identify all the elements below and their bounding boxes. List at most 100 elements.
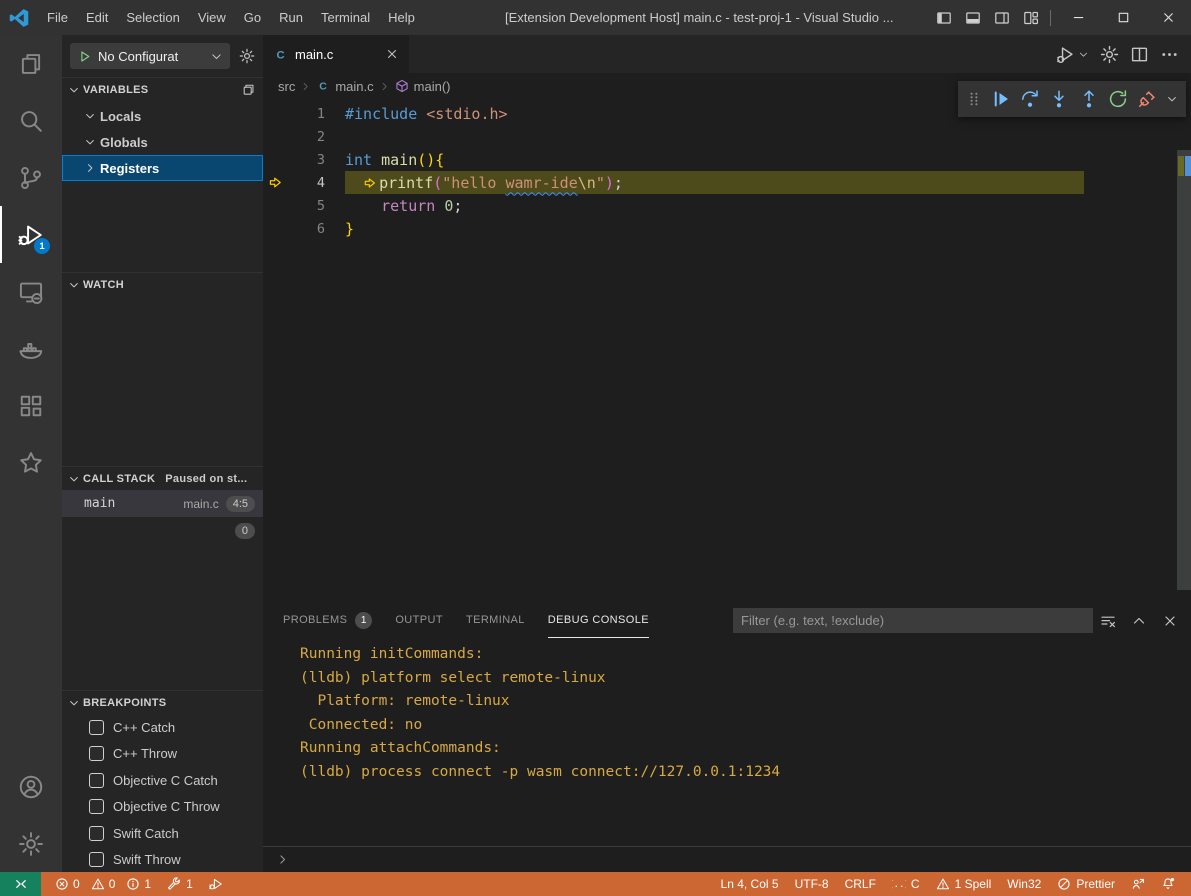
variables-section-header[interactable]: VARIABLES xyxy=(62,77,263,101)
breakpoint-checkbox[interactable] xyxy=(89,746,104,761)
continue-button[interactable] xyxy=(991,89,1011,109)
panel-tab-terminal[interactable]: TERMINAL xyxy=(466,603,525,638)
bell-dot-icon xyxy=(1161,877,1175,891)
debug-config-dropdown[interactable]: No Configurat xyxy=(70,43,230,69)
activity-extensions[interactable] xyxy=(0,377,62,434)
gear-button[interactable] xyxy=(1100,45,1119,64)
overview-ruler-cursor-mark xyxy=(1185,156,1191,176)
breakpoint-checkbox[interactable] xyxy=(89,852,104,867)
menu-help[interactable]: Help xyxy=(379,0,424,35)
close-button[interactable] xyxy=(1146,0,1191,35)
activity-explorer[interactable] xyxy=(0,35,62,92)
activity-docker[interactable] xyxy=(0,320,62,377)
breadcrumb-main[interactable]: main() xyxy=(395,79,451,94)
menu-view[interactable]: View xyxy=(189,0,235,35)
console-filter-input[interactable]: Filter (e.g. text, !exclude) xyxy=(733,608,1093,633)
chevron-up-button[interactable] xyxy=(1131,613,1147,629)
tab-main-c[interactable]: C main.c xyxy=(263,35,409,73)
status-encoding[interactable]: UTF-8 xyxy=(787,872,837,896)
code-editor[interactable]: 1#include <stdio.h>23int main(){4 printf… xyxy=(263,99,1191,603)
status-cursor-position[interactable]: Ln 4, Col 5 xyxy=(713,872,787,896)
remote-indicator[interactable] xyxy=(0,872,41,896)
variables-scope-locals[interactable]: Locals xyxy=(62,103,263,129)
disconnect-button[interactable] xyxy=(1137,89,1157,109)
status-eol[interactable]: CRLF xyxy=(837,872,884,896)
watch-section-header[interactable]: WATCH xyxy=(62,272,263,296)
star-icon xyxy=(18,450,44,476)
start-debug-icon[interactable] xyxy=(77,49,92,64)
variables-scope-registers[interactable]: Registers xyxy=(62,155,263,181)
ellipsis-button[interactable] xyxy=(1160,45,1179,64)
panel-tab-problems[interactable]: PROBLEMS1 xyxy=(283,603,372,638)
debug-console-input[interactable] xyxy=(263,846,1191,872)
debug-settings-gear[interactable] xyxy=(239,48,255,64)
panel-tab-output[interactable]: OUTPUT xyxy=(395,603,443,638)
breakpoint-checkbox[interactable] xyxy=(89,799,104,814)
code-line-4[interactable]: 4 printf("hello wamr-ide\n"); xyxy=(263,171,1191,194)
breakpoint-checkbox[interactable] xyxy=(89,720,104,735)
step-out-button[interactable] xyxy=(1079,89,1099,109)
code-line-5[interactable]: 5 return 0; xyxy=(263,194,1191,217)
breadcrumb-src[interactable]: src xyxy=(278,79,295,94)
status-debug-indicator[interactable] xyxy=(201,872,231,896)
restart-button[interactable] xyxy=(1108,89,1128,109)
step-over-button[interactable] xyxy=(1020,89,1040,109)
status-language-mode[interactable]: {..}C xyxy=(884,872,928,896)
status-feedback[interactable] xyxy=(1123,872,1153,896)
menu-selection[interactable]: Selection xyxy=(117,0,188,35)
account-icon xyxy=(18,774,44,800)
step-into-button[interactable] xyxy=(1049,89,1069,109)
layout-sidebar-left-button[interactable] xyxy=(929,0,958,35)
minimize-button[interactable] xyxy=(1056,0,1101,35)
editor-scrollbar[interactable] xyxy=(1177,150,1191,590)
close-button[interactable] xyxy=(1162,613,1178,629)
code-line-6[interactable]: 6} xyxy=(263,217,1191,240)
breakpoint-checkbox[interactable] xyxy=(89,826,104,841)
tab-close-button[interactable] xyxy=(385,47,399,61)
debug-toolbar xyxy=(958,81,1186,117)
gripper-button[interactable] xyxy=(966,91,982,107)
activity-accounts[interactable] xyxy=(0,758,62,815)
titlebar-separator xyxy=(1050,10,1051,26)
code-line-2[interactable]: 2 xyxy=(263,125,1191,148)
breakpoints-section-header[interactable]: BREAKPOINTS xyxy=(62,690,263,714)
menu-edit[interactable]: Edit xyxy=(77,0,117,35)
stack-frame-main[interactable]: mainmain.c4:5 xyxy=(62,490,263,517)
menu-file[interactable]: File xyxy=(38,0,77,35)
status-bar: 0011 Ln 4, Col 5UTF-8CRLF{..}C1 SpellWin… xyxy=(0,872,1191,896)
activity-wamr-ide[interactable] xyxy=(0,434,62,491)
activity-run-and-debug[interactable]: 1 xyxy=(0,206,62,263)
menu-terminal[interactable]: Terminal xyxy=(312,0,379,35)
run-or-debug-button[interactable] xyxy=(1056,45,1075,64)
activity-remote-explorer[interactable] xyxy=(0,263,62,320)
activity-search[interactable] xyxy=(0,92,62,149)
status-platform[interactable]: Win32 xyxy=(999,872,1049,896)
status-notifications[interactable] xyxy=(1153,872,1183,896)
remote-explorer-icon xyxy=(18,279,44,305)
customize-layout-button[interactable] xyxy=(1016,0,1045,35)
call-stack-section-header[interactable]: CALL STACK Paused on st... xyxy=(62,466,263,490)
activity-manage[interactable] xyxy=(0,815,62,872)
activity-source-control[interactable] xyxy=(0,149,62,206)
status-tasks[interactable]: 1 xyxy=(159,872,201,896)
breadcrumb-mainc[interactable]: Cmain.c xyxy=(316,79,373,94)
frame-line-badge: 4:5 xyxy=(226,496,255,512)
split-editor-button[interactable] xyxy=(1130,45,1149,64)
chevron-down-icon[interactable] xyxy=(1078,49,1089,60)
maximize-button[interactable] xyxy=(1101,0,1146,35)
status-prettier[interactable]: Prettier xyxy=(1049,872,1123,896)
layout-sidebar-right-button[interactable] xyxy=(987,0,1016,35)
layout-panel-button[interactable] xyxy=(958,0,987,35)
status-problems[interactable]: 001 xyxy=(47,872,159,896)
menu-run[interactable]: Run xyxy=(270,0,312,35)
chevron-down-button[interactable] xyxy=(1166,93,1178,105)
variables-scope-globals[interactable]: Globals xyxy=(62,129,263,155)
code-line-3[interactable]: 3int main(){ xyxy=(263,148,1191,171)
clear-console-button[interactable] xyxy=(1100,613,1116,629)
menu-go[interactable]: Go xyxy=(235,0,270,35)
status-spell-checker[interactable]: 1 Spell xyxy=(928,872,1000,896)
breakpoint-checkbox[interactable] xyxy=(89,773,104,788)
gutter-glyph-margin[interactable] xyxy=(263,175,289,190)
copy-icon[interactable] xyxy=(240,83,254,97)
panel-tab-debug-console[interactable]: DEBUG CONSOLE xyxy=(548,603,649,638)
